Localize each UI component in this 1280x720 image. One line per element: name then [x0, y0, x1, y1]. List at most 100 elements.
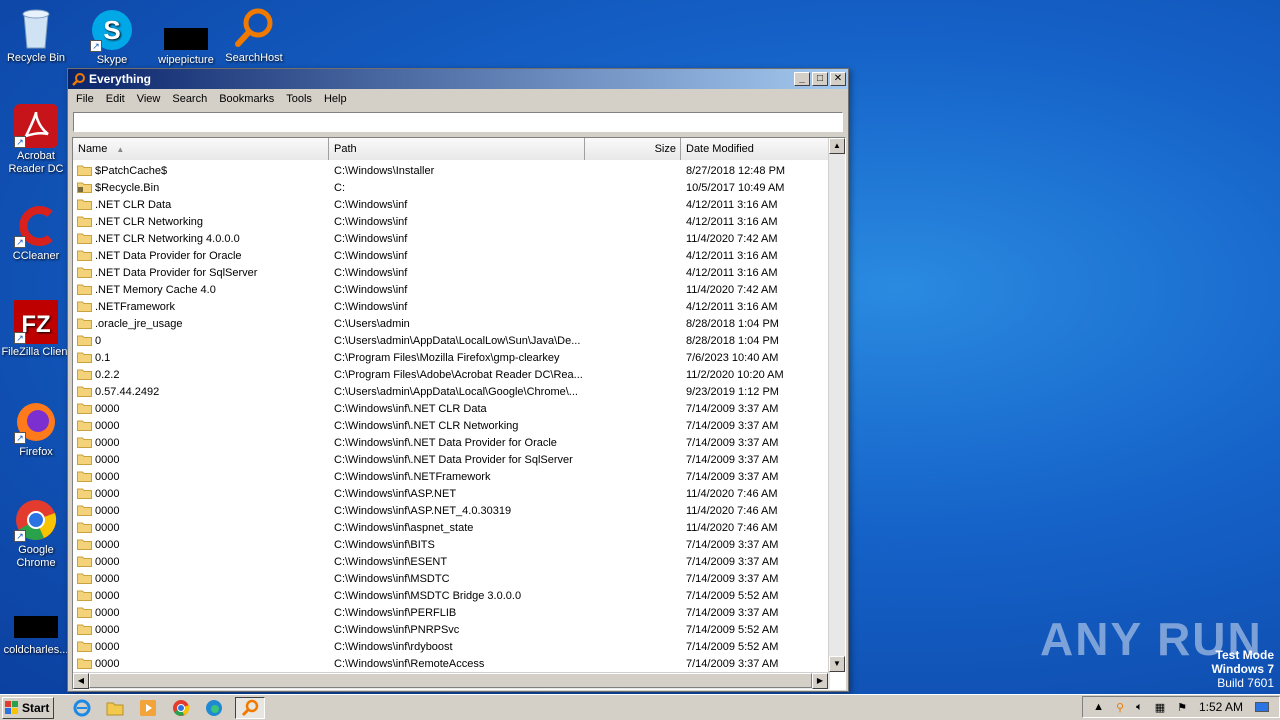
- desktop-icon-coldcharles[interactable]: coldcharles...: [0, 604, 72, 657]
- table-row[interactable]: 0000 C:\Windows\inf\.NET CLR Data 7/14/200…: [73, 400, 829, 417]
- table-row[interactable]: .NET Memory Cache 4.0 C:\Windows\inf 11/4/…: [73, 281, 829, 298]
- table-row[interactable]: .NET Data Provider for Oracle C:\Windows\…: [73, 247, 829, 264]
- table-row[interactable]: $Recycle.Bin C: 10/5/2017 10:49 AM: [73, 179, 829, 196]
- taskbar-internet-explorer[interactable]: [70, 697, 94, 719]
- taskbar: Start ▲ ⚲ 🔈︎ ▦ ⚑ 1:52 AM: [0, 694, 1280, 720]
- column-header-size[interactable]: Size: [585, 138, 681, 160]
- table-row[interactable]: 0000 C:\Windows\inf\RemoteAccess 7/14/2009…: [73, 655, 829, 672]
- desktop-icon-label: CCleaner: [12, 250, 60, 262]
- desktop-icon-filezilla[interactable]: FZ ↗ FileZilla Client: [0, 300, 72, 359]
- taskbar-everything[interactable]: [235, 696, 265, 719]
- cell-name: .NET Memory Cache 4.0: [73, 284, 329, 296]
- network-icon[interactable]: ▦: [1155, 701, 1165, 714]
- start-button[interactable]: Start: [2, 696, 54, 719]
- table-row[interactable]: 0000 C:\Windows\inf\.NETFramework 7/14/200…: [73, 468, 829, 485]
- cell-name: 0000: [73, 590, 329, 602]
- taskbar-file-explorer[interactable]: [103, 697, 127, 719]
- table-row[interactable]: 0000 C:\Windows\inf\.NET CLR Networking 7/…: [73, 417, 829, 434]
- file-name: .NET Data Provider for Oracle: [95, 249, 242, 262]
- taskbar-media-player[interactable]: [136, 697, 160, 719]
- table-row[interactable]: 0000 C:\Windows\inf\.NET Data Provider fo…: [73, 451, 829, 468]
- results-list[interactable]: Name ▲ Path Size Date Modified $PatchCac…: [72, 137, 846, 690]
- column-header-name[interactable]: Name ▲: [73, 138, 329, 160]
- desktop-icon-searchhost[interactable]: SearchHost: [218, 6, 290, 65]
- os-mark-line: Windows 7: [1211, 662, 1274, 676]
- menu-search[interactable]: Search: [166, 89, 213, 109]
- table-row[interactable]: 0 C:\Users\admin\AppData\LocalLow\Sun\Jav…: [73, 332, 829, 349]
- shortcut-arrow-icon: ↗: [14, 236, 26, 248]
- taskbar-chrome[interactable]: [169, 697, 193, 719]
- cell-path: C:\Windows\inf: [334, 232, 408, 245]
- folder-icon: [77, 420, 92, 431]
- maximize-button[interactable]: □: [812, 72, 828, 86]
- action-center-flag-icon[interactable]: ⚑: [1177, 701, 1187, 714]
- cell-path: C:\Windows\inf\.NET Data Provider for Sq…: [334, 453, 573, 466]
- horizontal-scrollbar[interactable]: ◀ ▶: [73, 672, 830, 689]
- volume-icon[interactable]: 🔈︎: [1136, 701, 1143, 714]
- table-row[interactable]: 0.2.2 C:\Program Files\Adobe\Acrobat Read…: [73, 366, 829, 383]
- minimize-button[interactable]: _: [794, 72, 810, 86]
- everything-window[interactable]: Everything _ □ ✕ File Edit View Search B…: [67, 68, 849, 692]
- scroll-down-arrow-icon[interactable]: ▼: [829, 656, 845, 672]
- file-name: 0000: [95, 555, 120, 568]
- windows-version-mark: Test Mode Windows 7 Build 7601: [1211, 648, 1274, 690]
- table-row[interactable]: 0.1 C:\Program Files\Mozilla Firefox\gmp-…: [73, 349, 829, 366]
- clock[interactable]: 1:52 AM: [1199, 700, 1243, 714]
- cell-name: 0.57.44.2492: [73, 386, 329, 398]
- scroll-left-arrow-icon[interactable]: ◀: [73, 673, 89, 689]
- desktop-icon-firefox[interactable]: ↗ Firefox: [0, 400, 72, 459]
- table-row[interactable]: 0.57.44.2492 C:\Users\admin\AppData\Local…: [73, 383, 829, 400]
- everything-tray-icon[interactable]: ⚲: [1116, 701, 1124, 714]
- table-row[interactable]: 0000 C:\Windows\inf\aspnet_state 11/4/2020…: [73, 519, 829, 536]
- sort-ascending-icon: ▲: [116, 145, 125, 154]
- desktop-icon-recycle-bin[interactable]: Recycle Bin: [0, 6, 72, 65]
- show-desktop-icon[interactable]: [1255, 702, 1269, 712]
- table-row[interactable]: 0000 C:\Windows\inf\.NET Data Provider fo…: [73, 434, 829, 451]
- table-row[interactable]: 0000 C:\Windows\inf\MSDTC Bridge 3.0.0.0 7…: [73, 587, 829, 604]
- table-row[interactable]: $PatchCache$ C:\Windows\Installer 8/27/201…: [73, 162, 829, 179]
- menu-bookmarks[interactable]: Bookmarks: [213, 89, 280, 109]
- table-row[interactable]: .NET CLR Networking C:\Windows\inf 4/12/20…: [73, 213, 829, 230]
- scroll-up-arrow-icon[interactable]: ▲: [829, 138, 845, 154]
- desktop-icon-acrobat[interactable]: ↗ Acrobat Reader DC: [0, 104, 72, 176]
- table-row[interactable]: .NET CLR Networking 4.0.0.0 C:\Windows\in…: [73, 230, 829, 247]
- black-file-icon: [14, 604, 58, 648]
- title-bar[interactable]: Everything _ □ ✕: [68, 69, 848, 89]
- table-row[interactable]: 0000 C:\Windows\inf\MSDTC 7/14/2009 3:37 A…: [73, 570, 829, 587]
- cell-path: C:\Windows\inf: [334, 300, 408, 313]
- table-row[interactable]: .NET CLR Data C:\Windows\inf 4/12/2011 3:1…: [73, 196, 829, 213]
- horizontal-scroll-thumb[interactable]: [89, 673, 812, 688]
- table-row[interactable]: .oracle_jre_usage C:\Users\admin 8/28/2018…: [73, 315, 829, 332]
- table-row[interactable]: .NETFramework C:\Windows\inf 4/12/2011 3:1…: [73, 298, 829, 315]
- cell-date-modified: 7/14/2009 3:37 AM: [686, 453, 779, 466]
- table-row[interactable]: .NET Data Provider for SqlServer C:\Windo…: [73, 264, 829, 281]
- cell-path: C:\Windows\inf: [334, 283, 408, 296]
- taskbar-edge[interactable]: [202, 697, 226, 719]
- desktop-icon-label: Firefox: [19, 446, 53, 458]
- desktop-icon-ccleaner[interactable]: ↗ CCleaner: [0, 204, 72, 263]
- desktop-icon-wipepicture[interactable]: wipepicture: [150, 8, 222, 67]
- table-row[interactable]: 0000 C:\Windows\inf\BITS 7/14/2009 3:37 AM: [73, 536, 829, 553]
- table-row[interactable]: 0000 C:\Windows\inf\PNRPSvc 7/14/2009 5:52…: [73, 621, 829, 638]
- menu-view[interactable]: View: [131, 89, 167, 109]
- show-hidden-icons-icon[interactable]: ▲: [1093, 701, 1104, 713]
- table-row[interactable]: 0000 C:\Windows\inf\PERFLIB 7/14/2009 3:37…: [73, 604, 829, 621]
- desktop-icon-chrome[interactable]: ↗ Google Chrome: [0, 498, 72, 570]
- desktop-icon-skype[interactable]: S ↗ Skype: [76, 8, 148, 67]
- table-row[interactable]: 0000 C:\Windows\inf\ASP.NET_4.0.30319 11/4…: [73, 502, 829, 519]
- search-input[interactable]: [73, 112, 843, 132]
- table-row[interactable]: 0000 C:\Windows\inf\ASP.NET 11/4/2020 7:46…: [73, 485, 829, 502]
- cell-name: 0000: [73, 658, 329, 670]
- column-header-date-modified[interactable]: Date Modified: [681, 138, 829, 160]
- table-row[interactable]: 0000 C:\Windows\inf\rdyboost 7/14/2009 5:5…: [73, 638, 829, 655]
- scroll-right-arrow-icon[interactable]: ▶: [812, 673, 828, 689]
- start-label: Start: [22, 700, 50, 715]
- menu-tools[interactable]: Tools: [280, 89, 318, 109]
- vertical-scrollbar[interactable]: ▲ ▼: [828, 138, 845, 672]
- close-button[interactable]: ✕: [830, 72, 846, 86]
- menu-help[interactable]: Help: [318, 89, 353, 109]
- menu-file[interactable]: File: [70, 89, 100, 109]
- table-row[interactable]: 0000 C:\Windows\inf\ESENT 7/14/2009 3:37 A…: [73, 553, 829, 570]
- column-header-path[interactable]: Path: [329, 138, 585, 160]
- menu-edit[interactable]: Edit: [100, 89, 131, 109]
